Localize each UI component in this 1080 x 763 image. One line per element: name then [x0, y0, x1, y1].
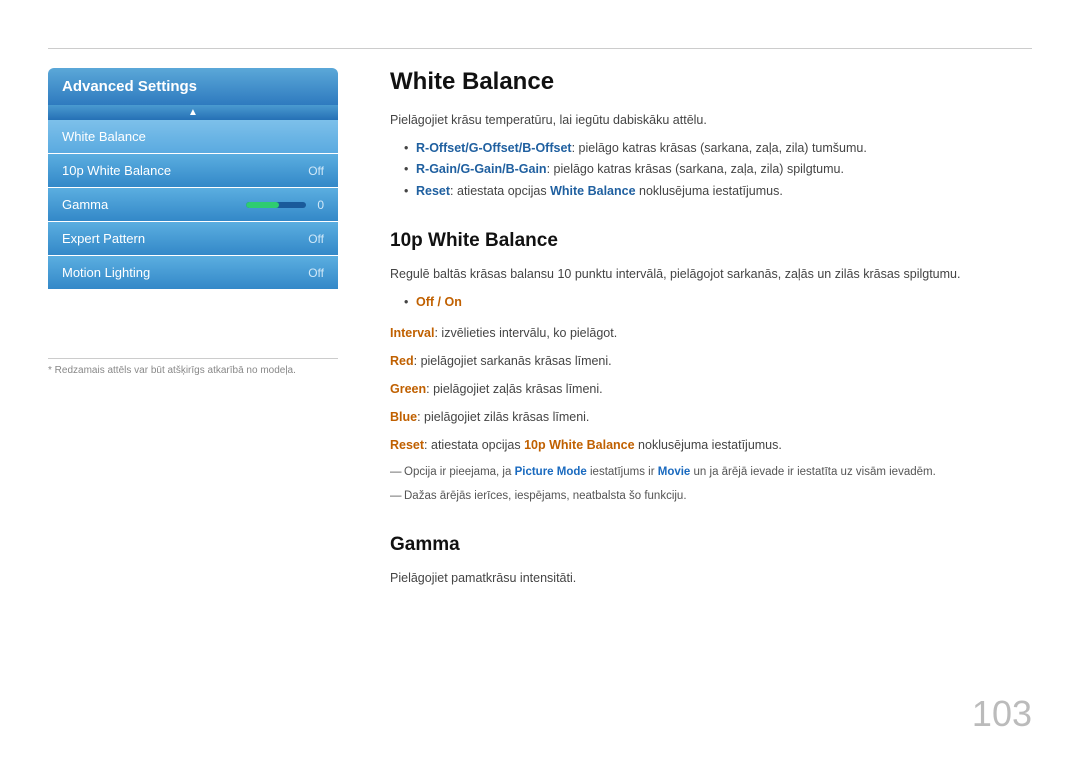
gamma-bar: [246, 202, 306, 208]
section1-bullets: R-Offset/G-Offset/B-Offset: pielāgo katr…: [404, 138, 1032, 202]
green-rest: : pielāgojiet zaļās krāsas līmeni.: [426, 382, 602, 396]
sidebar-item-expert-pattern[interactable]: Expert Pattern Off: [48, 222, 338, 255]
section2-reset: Reset: atiestata opcijas 10p White Balan…: [390, 435, 1032, 455]
bullet-reset1: Reset: atiestata opcijas White Balance n…: [404, 181, 1032, 202]
interval-bold: Interval: [390, 326, 434, 340]
reset2-rest: : atiestata opcijas: [424, 438, 524, 452]
top-divider: [48, 48, 1032, 49]
bullet-r-offset: R-Offset/G-Offset/B-Offset: pielāgo katr…: [404, 138, 1032, 159]
bullet-r-gain: R-Gain/G-Gain/B-Gain: pielāgo katras krā…: [404, 159, 1032, 180]
bullet-reset1-bold: Reset: [416, 184, 450, 198]
reset2-rest2: noklusējuma iestatījumus.: [635, 438, 782, 452]
sidebar-item-expert-label: Expert Pattern: [62, 231, 145, 246]
interval-rest: : izvēlieties intervālu, ko pielāgot.: [434, 326, 617, 340]
sidebar-header-label: Advanced Settings: [62, 78, 197, 95]
green-bold: Green: [390, 382, 426, 396]
sidebar-item-gamma[interactable]: Gamma 0: [48, 188, 338, 221]
page-number: 103: [972, 693, 1032, 735]
gamma-bar-container: 0: [246, 198, 324, 212]
section2-intro: Regulē baltās krāsas balansu 10 punktu i…: [390, 264, 1032, 284]
bullet-r-gain-bold: R-Gain/G-Gain/B-Gain: [416, 162, 547, 176]
sidebar-item-white-balance-label: White Balance: [62, 129, 146, 144]
sidebar-item-gamma-label: Gamma: [62, 197, 108, 212]
gamma-value: 0: [312, 198, 324, 212]
red-bold: Red: [390, 354, 414, 368]
reset2-bold: Reset: [390, 438, 424, 452]
bullet-r-offset-bold: R-Offset/G-Offset/B-Offset: [416, 141, 572, 155]
sidebar-item-10p-white-balance[interactable]: 10p White Balance Off: [48, 154, 338, 187]
bullet-reset1-bold2: White Balance: [550, 184, 635, 198]
bullet-r-gain-rest: : pielāgo katras krāsas (sarkana, zaļa, …: [547, 162, 844, 176]
section2-interval: Interval: izvēlieties intervālu, ko piel…: [390, 323, 1032, 343]
section2-option-list: Off / On: [404, 292, 1032, 313]
note-2-text: Dažas ārējās ierīces, iespējams, neatbal…: [404, 490, 687, 502]
section1-intro: Pielāgojiet krāsu temperatūru, lai iegūt…: [390, 110, 1032, 130]
red-rest: : pielāgojiet sarkanās krāsas līmeni.: [414, 354, 612, 368]
section2-option-text: Off / On: [416, 295, 462, 309]
sidebar: Advanced Settings ▲ White Balance 10p Wh…: [48, 68, 338, 290]
movie-bold: Movie: [658, 466, 691, 478]
blue-bold: Blue: [390, 410, 417, 424]
note-line-2: Dažas ārējās ierīces, iespējams, neatbal…: [390, 487, 1032, 505]
bullet-reset1-rest2: noklusējuma iestatījumus.: [636, 184, 783, 198]
sidebar-item-white-balance[interactable]: White Balance: [48, 120, 338, 153]
note-line-1: Opcija ir pieejama, ja Picture Mode iest…: [390, 463, 1032, 481]
bullet-r-offset-rest: : pielāgo katras krāsas (sarkana, zaļa, …: [572, 141, 867, 155]
sidebar-item-10p-value: Off: [308, 164, 324, 178]
gamma-bar-fill: [246, 202, 279, 208]
section2-red: Red: pielāgojiet sarkanās krāsas līmeni.: [390, 351, 1032, 371]
sidebar-item-expert-value: Off: [308, 232, 324, 246]
bullet-reset1-rest: : atiestata opcijas: [450, 184, 550, 198]
footnote: * Redzamais attēls var būt atšķirīgs atk…: [48, 358, 338, 376]
section2-blue: Blue: pielāgojiet zilās krāsas līmeni.: [390, 407, 1032, 427]
picture-mode-bold: Picture Mode: [515, 466, 587, 478]
note-1-text: Opcija ir pieejama, ja Picture Mode iest…: [404, 466, 936, 478]
section3-intro: Pielāgojiet pamatkrāsu intensitāti.: [390, 568, 1032, 588]
section2-title: 10p White Balance: [390, 230, 1032, 252]
section1-title: White Balance: [390, 68, 1032, 96]
section3-title: Gamma: [390, 534, 1032, 556]
sidebar-item-motion-lighting[interactable]: Motion Lighting Off: [48, 256, 338, 289]
reset2-bold2: 10p White Balance: [524, 438, 634, 452]
footnote-text: * Redzamais attēls var būt atšķirīgs atk…: [48, 365, 296, 376]
sidebar-item-motion-value: Off: [308, 266, 324, 280]
sidebar-arrow: ▲: [48, 105, 338, 120]
sidebar-item-10p-label: 10p White Balance: [62, 163, 171, 178]
blue-rest: : pielāgojiet zilās krāsas līmeni.: [417, 410, 589, 424]
main-content: White Balance Pielāgojiet krāsu temperat…: [390, 68, 1032, 596]
sidebar-item-motion-label: Motion Lighting: [62, 265, 150, 280]
sidebar-header: Advanced Settings: [48, 68, 338, 105]
section2-green: Green: pielāgojiet zaļās krāsas līmeni.: [390, 379, 1032, 399]
section2-option-item: Off / On: [404, 292, 1032, 313]
